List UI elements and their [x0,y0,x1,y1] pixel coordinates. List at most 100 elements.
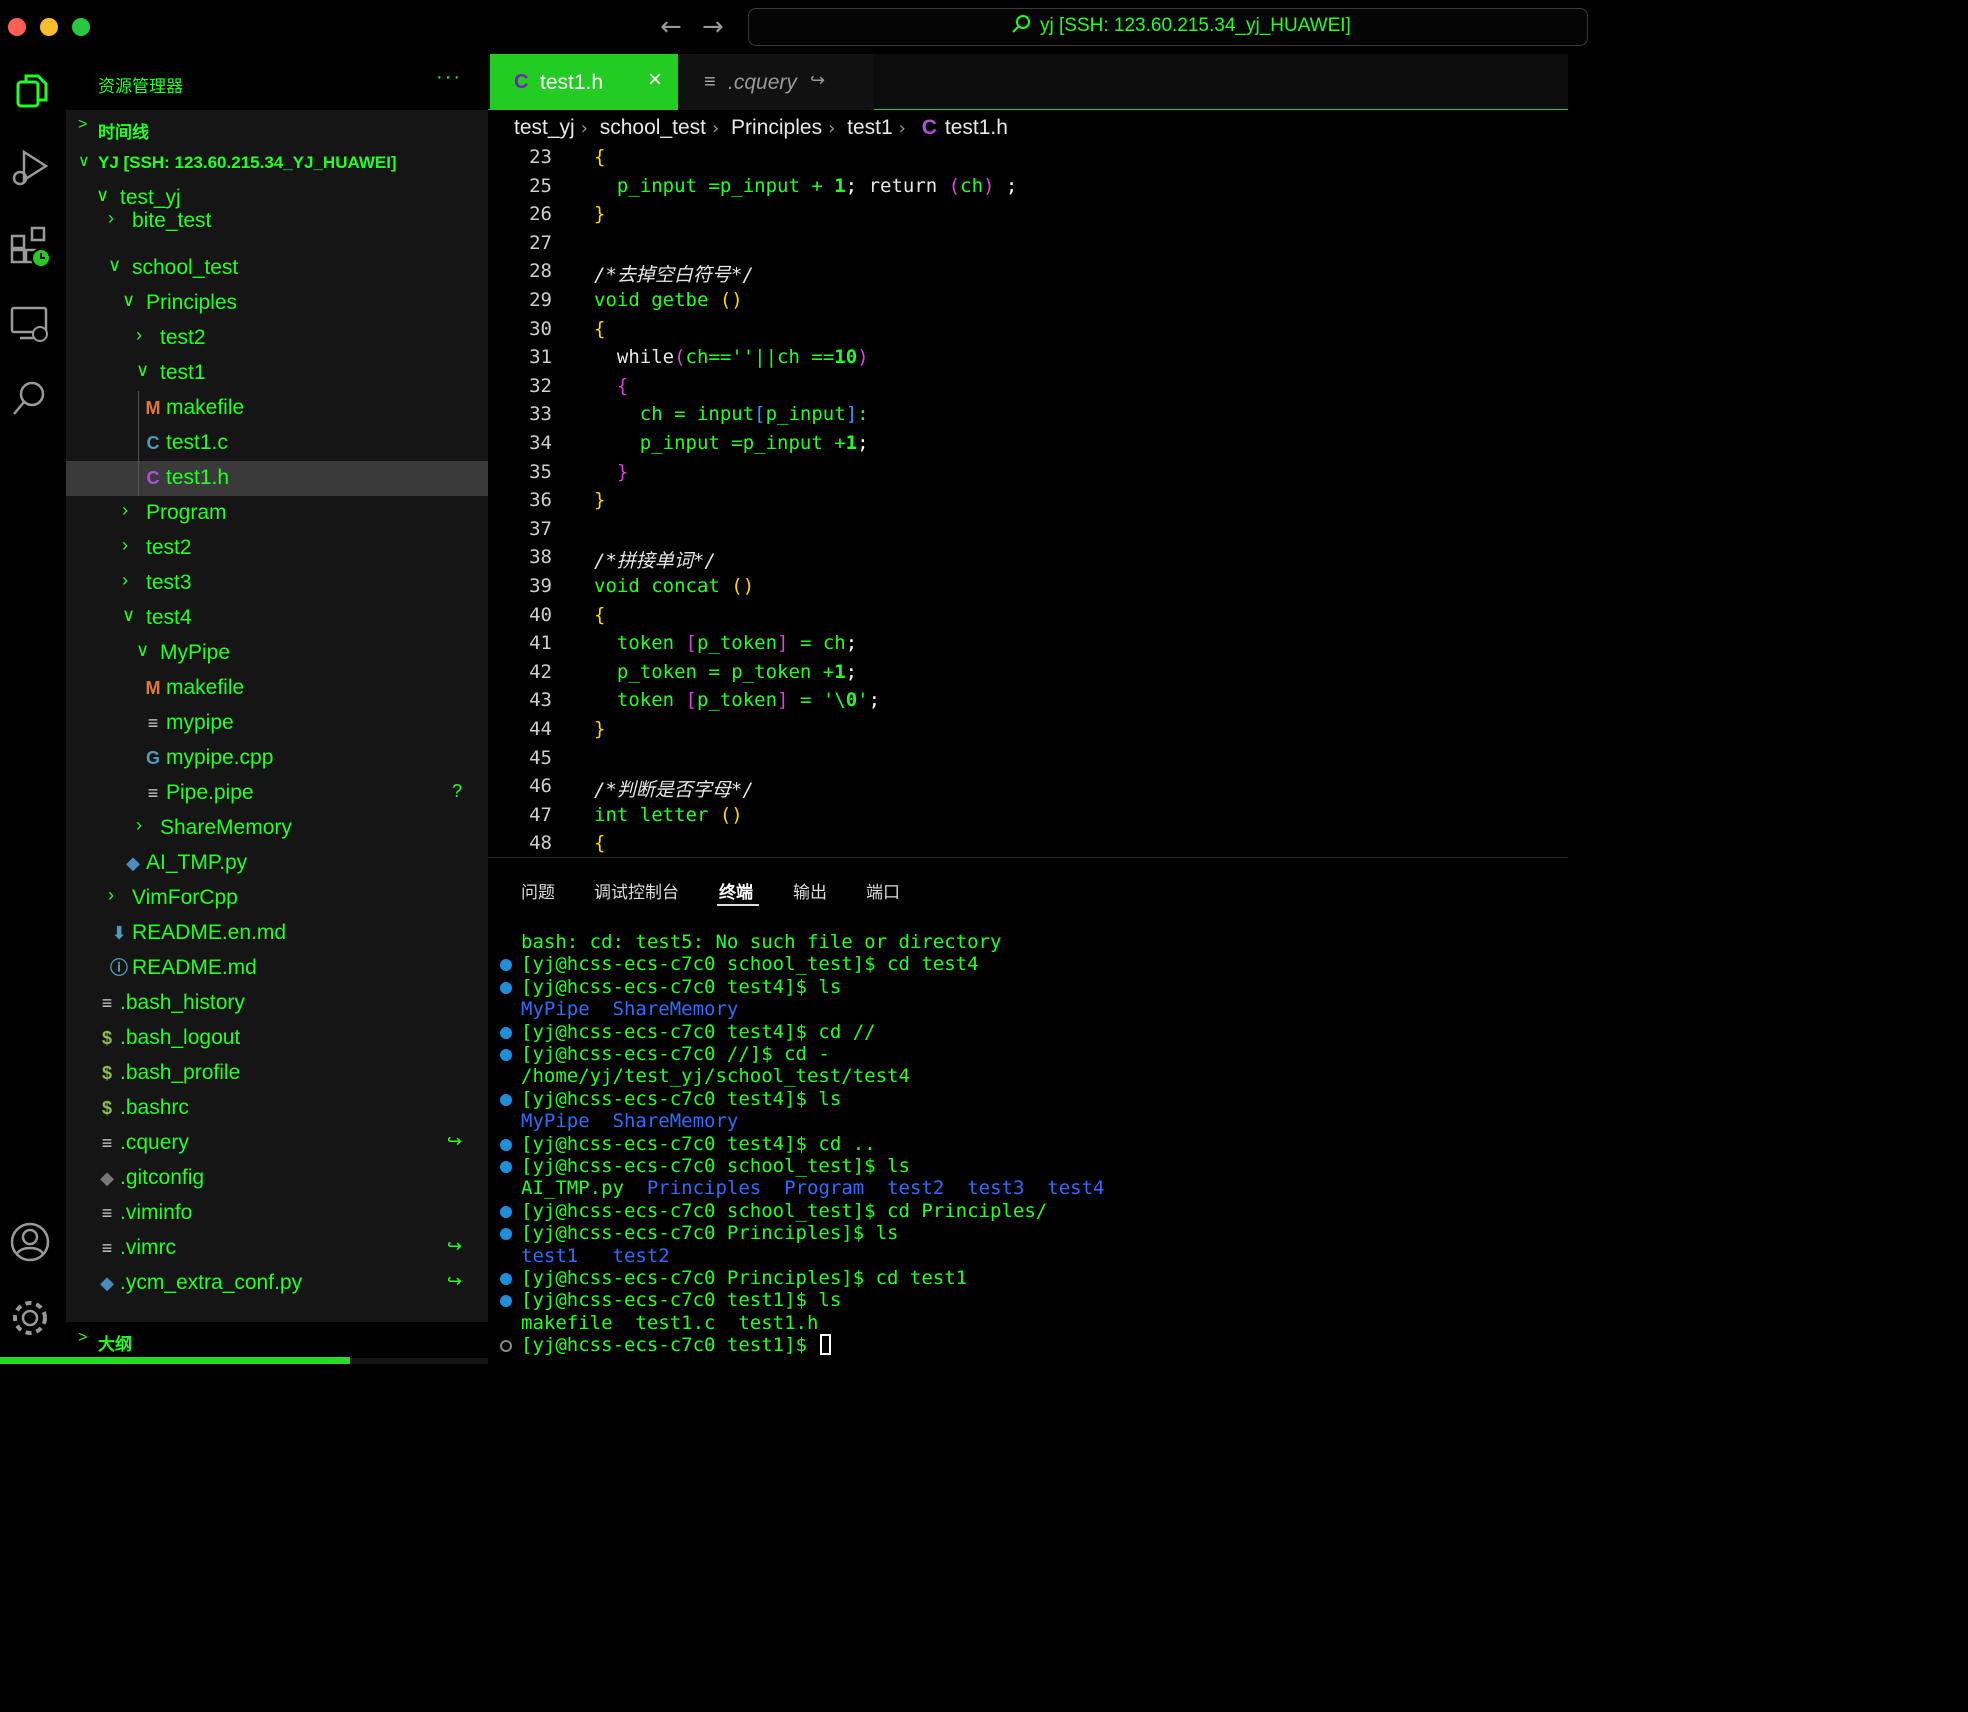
tab-ports[interactable]: 端口 [866,878,900,903]
text-file-icon: ≡ [704,71,716,93]
command-status-icon[interactable] [500,1161,512,1173]
symlink-icon: ↪ [446,1131,462,1151]
run-debug-icon[interactable] [8,146,52,190]
tree-item[interactable]: $ .bash_profile [66,1056,488,1091]
arrow-right-icon[interactable]: → [702,12,724,42]
tree-item-label: README.en.md [132,921,287,944]
breadcrumb-item[interactable]: school_test [600,116,706,140]
tree-item-label: test4 [146,606,192,629]
search-icon[interactable] [8,376,52,420]
tree-item[interactable]: › test3 [66,566,488,601]
tree-item[interactable]: ⓘ README.md [66,951,488,986]
tree-item[interactable]: Mmakefile [66,671,488,706]
tree-item[interactable]: › test2 [66,321,488,356]
minimize-window-button[interactable] [40,18,58,36]
line-number: 38 [529,546,552,569]
command-status-icon[interactable] [500,1205,512,1218]
line-number: 43 [529,689,552,712]
arrow-left-icon[interactable]: ← [660,12,682,42]
workspace-section[interactable]: ∨ YJ [SSH: 123.60.215.34_YJ_HUAWEI] [66,145,488,179]
tree-item-label: Program [146,501,227,524]
tree-item[interactable]: › test2 [66,531,488,566]
tree-item[interactable]: ∨ school_test [66,251,488,286]
tree-item[interactable]: Gmypipe.cpp [66,741,488,776]
line-number: 28 [529,260,552,283]
tab-debug-console[interactable]: 调试控制台 [594,878,679,903]
breadcrumb-item[interactable]: Principles [731,116,822,140]
tree-item[interactable]: ≡ .vimrc ↪ [66,1231,488,1266]
close-icon[interactable]: × [648,66,662,94]
tree-item[interactable]: ∨ test4 [66,601,488,636]
line-number: 40 [529,603,552,626]
tree-item[interactable]: › bite_test [66,204,488,239]
tab-cquery[interactable]: ≡ .cquery ↪ [678,54,874,110]
code-line: 29 void getbe () [488,289,1568,318]
tree-item[interactable]: $ .bashrc [66,1091,488,1126]
breadcrumb-item[interactable]: test1 [847,116,893,140]
command-status-icon[interactable] [500,981,512,994]
close-window-button[interactable] [8,18,26,36]
tree-item[interactable]: ≡ .cquery ↪ [66,1126,488,1161]
tab-output[interactable]: 输出 [793,878,827,903]
tree-item[interactable]: ≡ .bash_history [66,986,488,1021]
command-status-icon[interactable] [500,1273,512,1285]
tree-item[interactable]: ∨ MyPipe [66,636,488,671]
tree-item[interactable]: ◆ .gitconfig [66,1161,488,1196]
terminal-text: AI_TMP.py Principles Program test2 test3… [521,1177,1105,1200]
code-text: ch = input[p_input]: [594,403,869,426]
terminal-line: test1 test2 [488,1245,1568,1267]
tree-item[interactable]: ∨ Principles [66,286,488,321]
command-status-icon[interactable] [500,1049,512,1061]
outline-section[interactable]: > 大纲 [66,1322,488,1358]
command-status-icon[interactable] [500,1093,512,1106]
code-line: 34 p_input =p_input +1; [488,432,1568,461]
more-actions-icon[interactable]: ··· [436,66,462,89]
line-number: 36 [529,489,552,512]
code-line: 26} [488,203,1568,232]
tree-item[interactable]: $ .bash_logout [66,1021,488,1056]
tab-problems[interactable]: 问题 [521,878,555,903]
breadcrumb-item[interactable]: test_yj [514,116,575,140]
info-icon: ⓘ [110,958,128,978]
tab-test1-h[interactable]: C test1.h × [490,54,678,110]
tab-terminal[interactable]: 终端 [719,878,753,903]
explorer-icon[interactable] [8,68,52,112]
remote-explorer-icon[interactable] [8,302,52,346]
tree-item[interactable]: Mmakefile [66,391,488,426]
timeline-section[interactable]: > 时间线 [66,110,488,144]
command-status-icon[interactable] [500,1138,512,1151]
tree-item[interactable]: › VimForCpp [66,881,488,916]
tree-item[interactable]: ≡ .viminfo [66,1196,488,1231]
code-line: 38 /*拼接单词*/ [488,546,1568,575]
code-line: 44} [488,718,1568,747]
title-bar: ← → yj [SSH: 123.60.215.34_yj_HUAWEI] [0,0,1588,54]
tree-item[interactable]: ∨ test1 [66,356,488,391]
command-status-icon[interactable] [500,1228,512,1241]
tree-item[interactable]: Ctest1.h [66,461,488,496]
command-status-icon[interactable] [500,1026,512,1039]
code-text: { [594,832,606,855]
tree-item-label: Principles [146,291,238,314]
tree-item[interactable]: › ShareMemory [66,811,488,846]
line-number: 42 [529,660,552,683]
chevron-right-icon: › [136,325,142,345]
tree-item[interactable]: ◆ .ycm_extra_conf.py ↪ [66,1266,488,1301]
explorer-title: 资源管理器 [98,77,183,96]
maximize-window-button[interactable] [72,18,90,36]
terminal-line: bash: cd: test5: No such file or directo… [488,931,1568,953]
tree-item[interactable]: ◆ AI_TMP.py [66,846,488,881]
tree-item[interactable]: ⬇ README.en.md [66,916,488,951]
account-icon[interactable] [8,1220,52,1264]
command-status-icon[interactable] [500,959,512,972]
tree-item[interactable]: › Program [66,496,488,531]
command-status-icon[interactable] [500,1295,512,1308]
breadcrumb-item[interactable]: test1.h [945,116,1008,140]
tree-item[interactable]: ≡ Pipe.pipe? [66,776,488,811]
tree-item[interactable]: Ctest1.c [66,426,488,461]
settings-gear-icon[interactable] [8,1296,52,1340]
extensions-icon[interactable] [8,224,52,268]
command-status-icon[interactable] [500,1340,512,1353]
code-line: 31 while(ch==''||ch ==10) [488,346,1568,375]
tree-item[interactable]: ≡ mypipe [66,706,488,741]
code-line: 47 int letter () [488,804,1568,833]
